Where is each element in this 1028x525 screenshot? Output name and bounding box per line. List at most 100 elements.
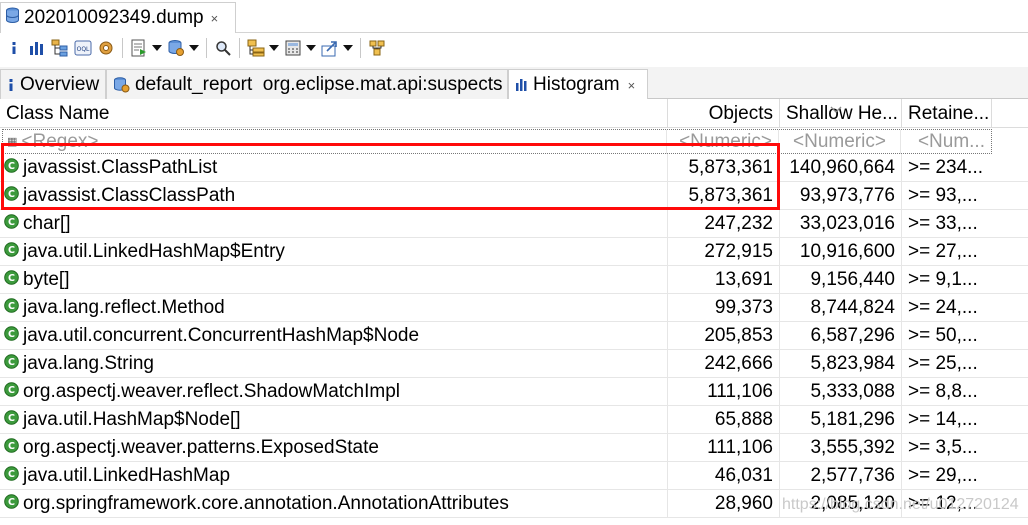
chevron-down-icon[interactable] xyxy=(152,38,162,58)
run-report-icon[interactable] xyxy=(129,38,149,58)
column-header-objects[interactable]: Objects xyxy=(668,99,780,128)
shallow-heap-cell: 2,085,120 xyxy=(780,489,902,518)
shallow-heap-cell: 2,577,736 xyxy=(780,461,902,490)
retained-heap-cell: >= 27,... xyxy=(908,240,978,262)
table-row[interactable]: Cjava.util.HashMap$Node[] 65,888 5,181,296… xyxy=(0,405,1028,434)
toolbar-separator xyxy=(206,38,207,58)
objects-cell: 205,853 xyxy=(668,321,780,350)
table-row[interactable]: Cjava.lang.String 242,666 5,823,984 >= 25,.… xyxy=(0,349,1028,378)
regex-filter-input[interactable]: <Regex> xyxy=(21,131,98,153)
editor-tab-dump[interactable]: 202010092349.dump × xyxy=(0,2,236,33)
objects-cell: 99,373 xyxy=(668,293,780,322)
regex-filter-cell[interactable]: ▦ <Regex> xyxy=(3,129,667,154)
table-row[interactable]: Cbyte[] 13,691 9,156,440 >= 9,1... xyxy=(0,265,1028,294)
dominator-tree-icon[interactable] xyxy=(50,38,70,58)
column-header-retained-heap[interactable]: Retaine... xyxy=(902,99,992,128)
class-name-text: javassist.ClassClassPath xyxy=(23,184,236,206)
table-row[interactable]: Corg.aspectj.weaver.patterns.ExposedStat… xyxy=(0,433,1028,462)
class-name-text: java.util.HashMap$Node[] xyxy=(23,408,241,430)
shallow-heap-cell: 5,181,296 xyxy=(780,405,902,434)
histogram-table: Class Name Objects Shallow He... Retaine… xyxy=(0,99,1028,525)
class-icon: C xyxy=(4,269,23,291)
oql-icon[interactable]: OQL xyxy=(73,38,93,58)
table-row[interactable]: Cjava.lang.reflect.Method 99,373 8,744,824… xyxy=(0,293,1028,322)
shallow-heap-cell: 8,744,824 xyxy=(780,293,902,322)
chevron-down-icon[interactable] xyxy=(343,38,353,58)
objects-cell: 111,106 xyxy=(668,433,780,462)
retained-heap-cell: >= 3,5... xyxy=(908,436,978,458)
histogram-icon[interactable] xyxy=(27,38,47,58)
class-name-cell: Cjava.util.concurrent.ConcurrentHashMap$… xyxy=(0,321,668,350)
tab-overview[interactable]: Overview xyxy=(0,69,106,99)
table-row[interactable]: Cjava.util.LinkedHashMap 46,031 2,577,736 >… xyxy=(0,461,1028,490)
retained-heap-cell: >= 8,8... xyxy=(908,380,978,402)
calculate-retained-icon[interactable] xyxy=(283,38,303,58)
shallow-heap-cell: 93,973,776 xyxy=(780,181,902,210)
tab-default-report[interactable]: default_report org.eclipse.mat.api:suspe… xyxy=(106,69,508,99)
export-icon[interactable] xyxy=(320,38,340,58)
objects-filter-input[interactable]: <Numeric> xyxy=(667,129,779,154)
report-icon xyxy=(113,76,130,93)
table-row[interactable]: Cjava.util.concurrent.ConcurrentHashMap$… xyxy=(0,321,1028,350)
column-header-class-name[interactable]: Class Name xyxy=(0,99,668,128)
class-icon: C xyxy=(4,241,23,263)
shallow-heap-filter-input[interactable]: <Numeric> xyxy=(779,129,901,154)
close-icon[interactable]: × xyxy=(211,11,219,26)
shallow-heap-cell: 6,587,296 xyxy=(780,321,902,350)
toolbar-separator xyxy=(122,38,123,58)
tab-label: default_report org.eclipse.mat.api:suspe… xyxy=(135,73,503,95)
class-name-text: java.util.concurrent.ConcurrentHashMap$N… xyxy=(23,324,420,346)
shallow-heap-cell: 3,555,392 xyxy=(780,433,902,462)
info-icon[interactable] xyxy=(4,38,24,58)
table-row[interactable]: Corg.aspectj.weaver.reflect.ShadowMatchI… xyxy=(0,377,1028,406)
retained-heap-cell: >= 29,... xyxy=(908,464,978,486)
class-name-text: java.util.LinkedHashMap xyxy=(23,464,231,486)
histogram-icon xyxy=(515,79,528,91)
table-row[interactable]: Cchar[] 247,232 33,023,016 >= 33,... xyxy=(0,209,1028,238)
svg-text:C: C xyxy=(8,357,15,368)
class-icon: C xyxy=(4,325,23,347)
column-header-shallow-heap[interactable]: Shallow He... xyxy=(780,99,902,128)
retained-heap-filter-input[interactable]: <Num... xyxy=(901,130,991,154)
retained-heap-cell: >= 12,... xyxy=(908,492,978,514)
class-icon: C xyxy=(4,185,23,207)
close-icon[interactable]: × xyxy=(628,78,636,93)
toolbar-separator xyxy=(239,38,240,58)
shallow-heap-cell: 33,023,016 xyxy=(780,209,902,238)
class-name-text: java.util.LinkedHashMap$Entry xyxy=(23,240,285,262)
objects-cell: 46,031 xyxy=(668,461,780,490)
toolbar: OQL xyxy=(0,33,1028,63)
class-icon: C xyxy=(4,465,23,487)
class-name-text: byte[] xyxy=(23,268,70,290)
svg-text:C: C xyxy=(8,469,15,480)
toolbar-separator xyxy=(360,38,361,58)
class-name-cell: Cjava.util.LinkedHashMap$Entry xyxy=(0,237,668,266)
svg-text:C: C xyxy=(8,161,15,172)
class-icon: C xyxy=(4,409,23,431)
class-name-text: org.springframework.core.annotation.Anno… xyxy=(23,492,509,514)
class-icon: C xyxy=(4,381,23,403)
objects-cell: 247,232 xyxy=(668,209,780,238)
group-by-icon[interactable] xyxy=(246,38,266,58)
table-row[interactable]: Cjavassist.ClassClassPath 5,873,361 93,973… xyxy=(0,181,1028,210)
chevron-down-icon[interactable] xyxy=(189,38,199,58)
view-tab-strip: Overview default_report org.eclipse.mat.… xyxy=(0,67,1028,100)
thread-overview-icon[interactable] xyxy=(96,38,116,58)
pin-icon[interactable] xyxy=(367,38,387,58)
shallow-heap-cell: 9,156,440 xyxy=(780,265,902,294)
table-row[interactable]: Corg.springframework.core.annotation.Ann… xyxy=(0,489,1028,518)
chevron-down-icon[interactable] xyxy=(306,38,316,58)
class-icon: C xyxy=(4,437,23,459)
class-name-cell: Cbyte[] xyxy=(0,265,668,294)
table-row[interactable]: Cjava.util.LinkedHashMap$Entry 272,915 10,… xyxy=(0,237,1028,266)
retained-heap-cell: >= 9,1... xyxy=(908,268,978,290)
table-row[interactable]: Cjavassist.ClassPathList 5,873,361 140,960… xyxy=(0,153,1028,182)
search-icon[interactable] xyxy=(213,38,233,58)
class-name-text: javassist.ClassPathList xyxy=(23,156,218,178)
tab-label: Overview xyxy=(20,73,100,95)
chevron-down-icon[interactable] xyxy=(269,38,279,58)
tab-histogram[interactable]: Histogram × xyxy=(508,69,648,100)
svg-text:C: C xyxy=(8,217,15,228)
query-browser-icon[interactable] xyxy=(166,38,186,58)
retained-heap-cell: >= 234... xyxy=(908,156,984,178)
